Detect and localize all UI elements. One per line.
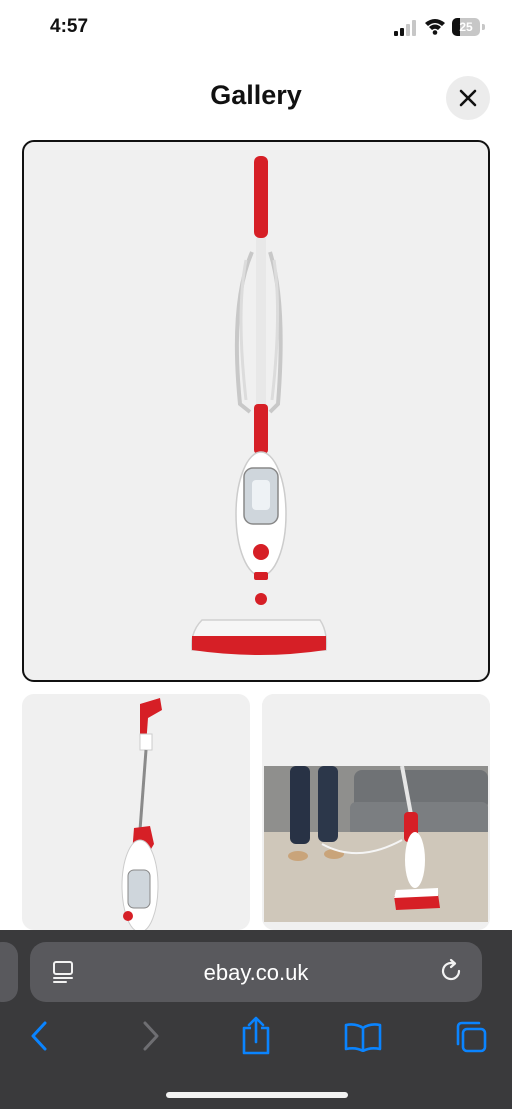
page-title: Gallery xyxy=(210,80,302,110)
status-bar: 4:57 25 xyxy=(0,0,512,56)
cellular-signal-icon xyxy=(394,20,416,36)
close-button[interactable] xyxy=(446,76,490,120)
thumbnail-in-room[interactable] xyxy=(262,694,490,930)
reload-icon[interactable] xyxy=(438,958,464,984)
back-icon[interactable] xyxy=(28,1020,52,1052)
battery-icon: 25 xyxy=(452,18,486,36)
url-text: ebay.co.uk xyxy=(203,960,309,985)
thumbnail-side-view[interactable] xyxy=(22,694,250,930)
wifi-icon xyxy=(425,19,445,35)
previous-tab-edge[interactable] xyxy=(0,942,18,1002)
share-icon[interactable] xyxy=(240,1016,272,1056)
home-indicator xyxy=(166,1092,348,1098)
battery-level: 25 xyxy=(459,20,473,34)
steam-mop-image xyxy=(190,156,328,655)
forward-icon[interactable] xyxy=(138,1020,162,1052)
address-bar[interactable]: ebay.co.uk xyxy=(30,942,482,1002)
tabs-icon[interactable] xyxy=(454,1020,488,1054)
steam-mop-side-image xyxy=(121,698,162,930)
close-icon xyxy=(459,89,477,107)
main-product-image[interactable] xyxy=(22,140,490,682)
bookmarks-icon[interactable] xyxy=(344,1022,382,1052)
status-time: 4:57 xyxy=(50,16,89,37)
room-scene-image xyxy=(262,694,490,922)
